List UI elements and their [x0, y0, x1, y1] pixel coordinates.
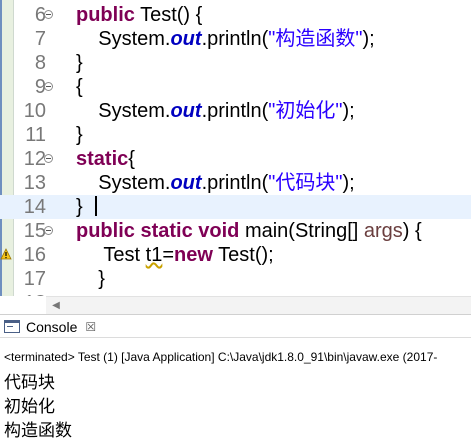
tab-console[interactable]: Console ☒: [0, 315, 102, 338]
code-token: t1: [145, 244, 163, 266]
console-output-line: 初始化: [4, 397, 55, 416]
console-output-line: 构造函数: [4, 421, 72, 440]
code-token: Test();: [212, 244, 274, 266]
code-line[interactable]: 7 System.out.println("构造函数");: [0, 27, 471, 51]
code-token: }: [76, 124, 83, 146]
code-line[interactable]: 17 }: [0, 267, 471, 291]
warning-icon[interactable]: [0, 248, 12, 260]
code-token: System.: [76, 100, 171, 122]
line-number: 15: [23, 220, 46, 242]
code-token: ) {: [402, 220, 422, 242]
code-token: .println(: [201, 172, 269, 194]
line-number: 11: [25, 124, 46, 146]
scroll-left-arrow-icon[interactable]: ◀: [50, 300, 62, 312]
code-line[interactable]: 16 Test t1=new Test();: [0, 243, 471, 267]
code-line[interactable]: 6 public Test() {: [0, 3, 471, 27]
code-token: {: [76, 76, 83, 98]
keyword-token: new: [174, 244, 213, 266]
close-icon[interactable]: ☒: [85, 320, 96, 334]
code-token: );: [342, 172, 355, 194]
line-number: 13: [23, 172, 46, 194]
line-number: 14: [23, 196, 46, 218]
line-number: 12: [23, 148, 46, 170]
code-token: out: [170, 100, 202, 122]
code-token: out: [170, 172, 202, 194]
code-text[interactable]: System.out.println("代码块");: [76, 171, 355, 195]
line-number: 16: [23, 244, 46, 266]
string-token: "代码块": [268, 172, 343, 194]
line-number: 8: [34, 52, 46, 74]
code-text[interactable]: public Test() {: [76, 3, 202, 27]
console-icon: [4, 320, 20, 333]
code-token: Test() {: [134, 4, 203, 26]
code-line[interactable]: 14}: [0, 195, 471, 219]
code-token: .println(: [201, 100, 269, 122]
code-text[interactable]: }: [76, 195, 97, 219]
string-token: "初始化": [268, 100, 343, 122]
fold-toggle-icon[interactable]: [44, 154, 53, 163]
code-token: {: [128, 148, 135, 170]
code-line[interactable]: 13 System.out.println("代码块");: [0, 171, 471, 195]
code-token: System.: [76, 172, 171, 194]
console-tab-label: Console: [26, 318, 78, 335]
console-process-status: <terminated> Test (1) [Java Application]…: [4, 350, 438, 364]
fold-toggle-icon[interactable]: [44, 226, 53, 235]
code-text[interactable]: {: [76, 75, 83, 99]
code-token: System.: [76, 28, 171, 50]
code-text[interactable]: System.out.println("构造函数");: [76, 27, 375, 51]
line-number: 6: [34, 4, 46, 26]
fold-toggle-icon[interactable]: [44, 10, 53, 19]
code-token: args: [363, 220, 403, 242]
code-token: }: [76, 268, 105, 290]
code-editor[interactable]: 6 public Test() {7 System.out.println("构造…: [0, 0, 471, 296]
code-text[interactable]: System.out.println("初始化");: [76, 99, 355, 123]
code-line[interactable]: 9{: [0, 75, 471, 99]
code-text[interactable]: Test t1=new Test();: [76, 243, 274, 267]
code-token: );: [342, 100, 355, 122]
code-text[interactable]: }: [76, 51, 83, 75]
code-token: Test: [76, 244, 146, 266]
code-line[interactable]: 11}: [0, 123, 471, 147]
line-number: 18: [14, 291, 46, 296]
code-token: main(String[]: [239, 220, 364, 242]
keyword-token: public: [76, 4, 135, 26]
code-token: }: [76, 196, 83, 218]
keyword-token: void: [198, 220, 240, 242]
keyword-token: static: [76, 148, 129, 170]
horizontal-scrollbar[interactable]: ◀: [46, 296, 471, 314]
code-text[interactable]: static{: [76, 147, 135, 171]
line-number: 17: [23, 268, 46, 290]
fold-toggle-icon[interactable]: [44, 82, 53, 91]
code-text[interactable]: }: [76, 267, 105, 291]
code-token: }: [76, 52, 83, 74]
console-output[interactable]: 代码块初始化构造函数: [4, 371, 464, 440]
console-output-line: 代码块: [4, 373, 55, 392]
line-number: 10: [23, 100, 46, 122]
code-token: out: [170, 28, 202, 50]
code-line[interactable]: 10 System.out.println("初始化");: [0, 99, 471, 123]
code-line[interactable]: 8}: [0, 51, 471, 75]
code-line[interactable]: 15 public static void main(String[] args)…: [0, 219, 471, 243]
string-token: "构造函数": [268, 28, 363, 50]
code-token: );: [362, 28, 375, 50]
code-text[interactable]: }: [76, 123, 83, 147]
line-number: 9: [34, 76, 46, 98]
code-token: =: [162, 244, 175, 266]
code-line[interactable]: 12 static{: [0, 147, 471, 171]
text-cursor: [94, 196, 97, 216]
code-token: .println(: [201, 28, 269, 50]
keyword-token: public: [76, 220, 135, 242]
code-text[interactable]: public static void main(String[] args) {: [76, 219, 422, 243]
line-number: 7: [34, 28, 46, 50]
keyword-token: static: [140, 220, 193, 242]
console-tab-bar: Console ☒: [0, 314, 471, 338]
